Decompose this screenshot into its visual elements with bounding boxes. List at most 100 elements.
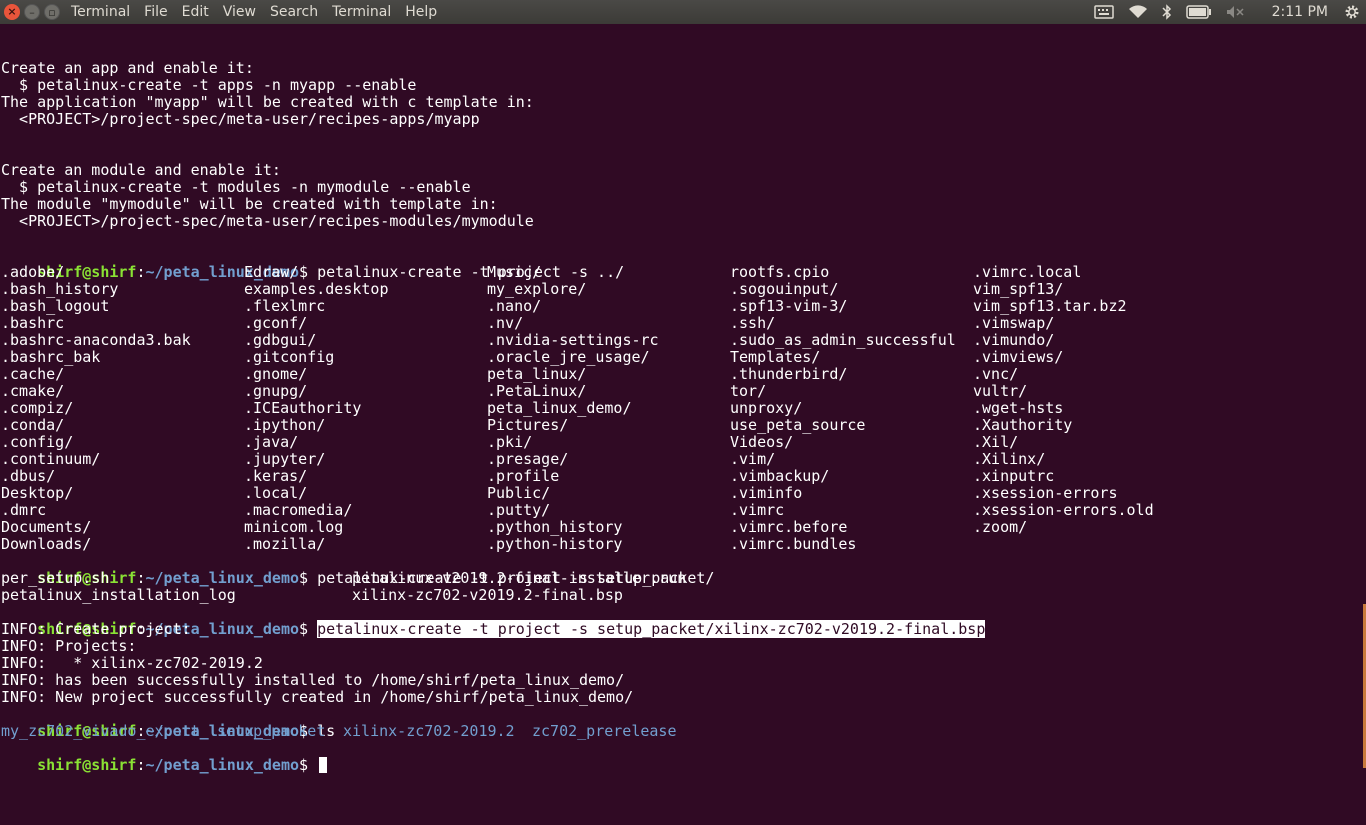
prompt-path: ~/peta_linux_demo [145,756,300,774]
completion-entry: .oracle_jre_usage/ [487,348,650,366]
completion-entry: .vimswap/ [973,314,1055,332]
completion-entry: .nv/ [487,314,524,332]
bluetooth-icon[interactable] [1162,0,1172,24]
completion-entry: .continuum/ [1,450,101,468]
ls-output-line: my_zc702_vivado_export setup_packet xili… [1,723,677,740]
menu-help[interactable]: Help [398,0,444,24]
completion-entry: .cmake/ [1,382,65,400]
completion-entry: .spf13-vim-3/ [730,297,848,315]
completion-entry: .gnome/ [244,365,308,383]
ls-entry: xilinx-zc702-2019.2 [343,722,515,740]
clock[interactable]: 2:11 PM [1272,4,1328,20]
completion-entry: .nvidia-settings-rc [487,331,659,349]
completion-entry: .bashrc_bak [1,348,101,366]
info-line: INFO: * xilinx-zc702-2019.2 [1,654,263,672]
ls-entry: my_zc702_vivado_export [1,722,200,740]
completion-entry: Downloads/ [1,535,92,553]
menu-edit[interactable]: Edit [175,0,216,24]
completion-entry: .gdbgui/ [244,331,317,349]
completion-entry: .vimbackup/ [730,467,830,485]
completion-entry: .Xauthority [973,416,1073,434]
completion-entry: vim_spf13/ [973,280,1064,298]
prompt-symbol: $ [299,620,318,638]
completion-entry: .zoom/ [973,518,1028,536]
completion-entry: Edraw/ [244,263,299,281]
completion-entry: .sogouinput/ [730,280,839,298]
completion-entry: .flexlmrc [244,297,326,315]
prompt-line: shirf@shirf:~/peta_linux_demo$ petalinux… [1,604,986,638]
completion-entry: .vimviews/ [973,348,1064,366]
completion-entry: Videos/ [730,433,794,451]
info-line: INFO: Projects: [1,637,137,655]
completion-entry: .dbus/ [1,467,56,485]
volume-muted-icon[interactable] [1226,0,1246,24]
system-tray: 2:11 PM [1080,0,1366,24]
maximize-window-icon[interactable]: ▫ [44,4,60,20]
completion-entry: minicom.log [244,518,344,536]
completion-entry: xilinx-zc702-v2019.2-final.bsp [352,586,623,604]
info-line: INFO: has been successfully installed to… [1,671,625,689]
terminal-line: <PROJECT>/project-spec/meta-user/recipes… [1,110,480,128]
completion-entry: use_peta_source [730,416,866,434]
completion-entry: .mozilla/ [244,535,326,553]
completion-entry: .vimrc.before [730,518,848,536]
completion-entry: .wget-hsts [973,399,1064,417]
prompt-line: shirf@shirf:~/peta_linux_demo$ [1,740,328,774]
completion-entry: .cache/ [1,365,65,383]
completion-entry: .bash_history [1,280,119,298]
completion-entry: unproxy/ [730,399,803,417]
completion-entry: .dmrc [1,501,47,519]
menu-terminal[interactable]: Terminal [325,0,398,24]
completion-entry: peta_linux/ [487,365,587,383]
completion-entry: .bashrc-anaconda3.bak [1,331,191,349]
completion-entry: .viminfo [730,484,803,502]
completion-entry: Documents/ [1,518,92,536]
completion-entry: .vimrc [730,501,785,519]
completion-entry: Templates/ [730,348,821,366]
keyboard-icon[interactable] [1093,0,1114,24]
selected-command-text[interactable]: petalinux-create -t project -s setup_pac… [317,620,986,638]
completion-entry: .java/ [244,433,299,451]
minimize-window-icon[interactable]: – [24,4,40,20]
completion-entry: .sudo_as_admin_successful [730,331,956,349]
completion-entry: .vim/ [730,450,776,468]
completion-entry: .ipython/ [244,416,326,434]
prompt-line: shirf@shirf:~/peta_linux_demo$ petalinux… [1,553,714,587]
completion-entry: .adobe/ [1,263,65,281]
completion-entry: .thunderbird/ [730,365,848,383]
completion-entry: Music/ [487,263,542,281]
wifi-icon[interactable] [1128,0,1148,24]
completion-entry: .ICEauthority [244,399,362,417]
command-text: petalinux-create -t project -s ../ [317,263,625,281]
prompt-symbol: $ [299,756,318,774]
completion-entry: .xsession-errors [973,484,1118,502]
completion-entry: .macromedia/ [244,501,353,519]
completion-entry: .vimrc.local [973,263,1082,281]
terminal-line: <PROJECT>/project-spec/meta-user/recipes… [1,212,534,230]
menu-search[interactable]: Search [263,0,325,24]
prompt-separator: : [136,569,146,587]
menu-file[interactable]: File [137,0,174,24]
prompt-symbol: $ [299,569,318,587]
app-title: Terminal [71,4,131,20]
battery-icon[interactable] [1185,0,1212,24]
close-window-icon[interactable]: × [4,4,20,20]
terminal-line: Create an module and enable it: [1,161,281,179]
menu-view[interactable]: View [216,0,263,24]
completion-entry: .PetaLinux/ [487,382,587,400]
settings-gear-icon[interactable] [1344,0,1360,24]
completion-entry: .ssh/ [730,314,776,332]
prompt-line: shirf@shirf:~/peta_linux_demo$ petalinux… [1,247,624,281]
completion-entry: .python-history [487,535,623,553]
text-cursor [319,757,328,773]
terminal-line: The module "mymodule" will be created wi… [1,195,498,213]
completion-entry: .Xilinx/ [973,450,1046,468]
completion-entry: .vimrc.bundles [730,535,857,553]
top-panel: × – ▫ Terminal File Edit View Search Ter… [0,0,1366,24]
prompt-separator: : [136,263,146,281]
completion-entry: .putty/ [487,501,551,519]
completion-entry: .gnupg/ [244,382,308,400]
terminal-output[interactable]: Create an app and enable it: $ petalinux… [0,24,1366,774]
completion-entry: .xinputrc [973,467,1055,485]
completion-entry: vim_spf13.tar.bz2 [973,297,1127,315]
